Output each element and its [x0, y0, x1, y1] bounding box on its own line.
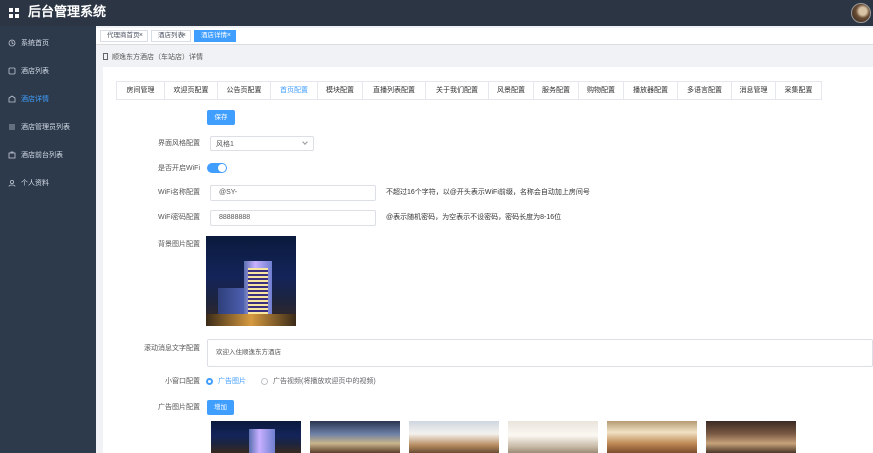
- wifi-toggle-label: 是否开启WiFi: [158, 165, 200, 172]
- radio-dot: [206, 378, 213, 385]
- tab-notice-config[interactable]: 公告页配置: [218, 82, 271, 99]
- theme-select-value: 风格1: [216, 141, 234, 148]
- background-label: 背景图片配置: [158, 241, 200, 248]
- wifi-name-label: WiFi名称配置: [158, 189, 200, 196]
- sidebar-item-label: 酒店列表: [21, 68, 49, 75]
- wifi-password-label: WiFi密码配置: [158, 214, 200, 221]
- ad-thumbnail[interactable]: [211, 421, 301, 453]
- sidebar-item-front-desk[interactable]: 酒店前台列表: [0, 142, 96, 170]
- building-windows: [248, 268, 268, 318]
- wifi-name-hint: 不超过16个字符，以@开头表示WiFi前缀，名称会自动加上房间号: [386, 189, 590, 196]
- page-tab-agent-home[interactable]: 代理商首页 ×: [100, 30, 148, 42]
- tab-about-config[interactable]: 关于我们配置: [426, 82, 489, 99]
- ad-thumbnail[interactable]: [508, 421, 598, 453]
- tab-live-list-config[interactable]: 直播列表配置: [363, 82, 426, 99]
- radio-ad-video[interactable]: 广告视频(将播放欢迎页中的视频): [261, 377, 391, 387]
- list-icon: [8, 67, 16, 75]
- sidebar-item-profile[interactable]: 个人资料: [0, 170, 96, 198]
- ad-images-label: 广告图片配置: [158, 404, 200, 411]
- close-icon[interactable]: ×: [182, 31, 186, 41]
- sidebar-item-hotel-list[interactable]: 酒店列表: [0, 58, 96, 86]
- close-icon[interactable]: ×: [139, 31, 143, 41]
- tab-language-config[interactable]: 多语言配置: [678, 82, 732, 99]
- home-icon: [8, 39, 16, 47]
- page-tab-label: 酒店详情: [201, 32, 227, 39]
- sidebar-item-hotel-admins[interactable]: 酒店管理员列表: [0, 114, 96, 142]
- tab-room-management[interactable]: 房间管理: [117, 82, 165, 99]
- sidebar-item-label: 酒店详情: [21, 96, 49, 103]
- sidebar-item-label: 酒店前台列表: [21, 152, 63, 159]
- tab-collect-config[interactable]: 采集配置: [776, 82, 821, 99]
- page-tabs-bar: 代理商首页 × 酒店列表 × 酒店详情 ×: [96, 28, 873, 45]
- sidebar-item-label: 个人资料: [21, 180, 49, 187]
- tab-home-config[interactable]: 首页配置: [271, 82, 318, 99]
- radio-ad-image[interactable]: 广告图片: [206, 377, 256, 387]
- hotel-building: [249, 429, 275, 453]
- wifi-name-input[interactable]: @SY-: [210, 185, 376, 201]
- sidebar-item-home[interactable]: 系统首页: [0, 30, 96, 58]
- wifi-password-input[interactable]: 88888888: [210, 210, 376, 226]
- config-tabs: 房间管理 欢迎页配置 公告页配置 首页配置 模块配置 直播列表配置 关于我们配置 风景配置 服务…: [116, 81, 822, 100]
- marquee-label: 滚动消息文字配置: [144, 345, 200, 352]
- save-button[interactable]: 保存: [207, 110, 235, 125]
- ad-thumbnail[interactable]: [310, 421, 400, 453]
- page-tab-hotel-detail[interactable]: 酒店详情 ×: [194, 30, 236, 42]
- add-ad-image-button[interactable]: 增加: [207, 400, 234, 415]
- menu-grid-icon[interactable]: [9, 8, 19, 18]
- app-title: 后台管理系统: [28, 4, 107, 19]
- breadcrumb: 顺逸东方酒店（车站店）详情: [103, 53, 203, 62]
- radio-label: 广告视频(将播放欢迎页中的视频): [273, 378, 376, 385]
- background-image[interactable]: [206, 236, 296, 326]
- theme-select[interactable]: 风格1: [210, 136, 314, 151]
- detail-icon: [8, 95, 16, 103]
- sidebar-item-hotel-detail[interactable]: 酒店详情: [0, 86, 96, 114]
- sidebar-item-label: 系统首页: [21, 40, 49, 47]
- wifi-password-hint: @表示随机密码，为空表示不设密码，密码长度为8-16位: [386, 214, 562, 221]
- chevron-down-icon: [302, 139, 308, 145]
- user-icon: [8, 179, 16, 187]
- top-header: 后台管理系统: [0, 0, 873, 26]
- admin-icon: [9, 124, 15, 130]
- close-icon[interactable]: ×: [227, 31, 231, 41]
- switch-knob: [218, 164, 226, 172]
- user-avatar[interactable]: [851, 3, 871, 23]
- ad-thumbnail[interactable]: [607, 421, 697, 453]
- theme-label: 界面风格配置: [158, 140, 200, 147]
- radio-dot: [261, 378, 268, 385]
- radio-label: 广告图片: [218, 378, 246, 385]
- tab-service-config[interactable]: 服务配置: [534, 82, 579, 99]
- page-tab-hotel-list[interactable]: 酒店列表 ×: [151, 30, 191, 42]
- ad-thumbnail[interactable]: [409, 421, 499, 453]
- page-tab-label: 酒店列表: [158, 32, 184, 39]
- breadcrumb-text: 顺逸东方酒店（车站店）详情: [112, 54, 203, 61]
- ad-thumbnail[interactable]: [706, 421, 796, 453]
- document-icon: [103, 53, 108, 60]
- sidebar: 系统首页 酒店列表 酒店详情 酒店管理员列表 酒店前台列表 个人资料: [0, 26, 96, 453]
- wifi-toggle-switch[interactable]: [207, 163, 227, 173]
- tab-welcome-config[interactable]: 欢迎页配置: [165, 82, 218, 99]
- sidebar-item-label: 酒店管理员列表: [21, 124, 70, 131]
- tab-message-management[interactable]: 消息管理: [732, 82, 776, 99]
- page-tab-label: 代理商首页: [107, 32, 140, 39]
- tab-module-config[interactable]: 模块配置: [318, 82, 363, 99]
- small-window-label: 小窗口配置: [165, 378, 200, 385]
- tab-player-config[interactable]: 播放器配置: [624, 82, 678, 99]
- street-lights: [206, 314, 296, 326]
- tab-shopping-config[interactable]: 购物配置: [579, 82, 624, 99]
- tab-scenery-config[interactable]: 风景配置: [489, 82, 534, 99]
- marquee-textarea[interactable]: 欢迎入住顺逸东方酒店: [207, 339, 873, 367]
- desk-icon: [8, 151, 16, 159]
